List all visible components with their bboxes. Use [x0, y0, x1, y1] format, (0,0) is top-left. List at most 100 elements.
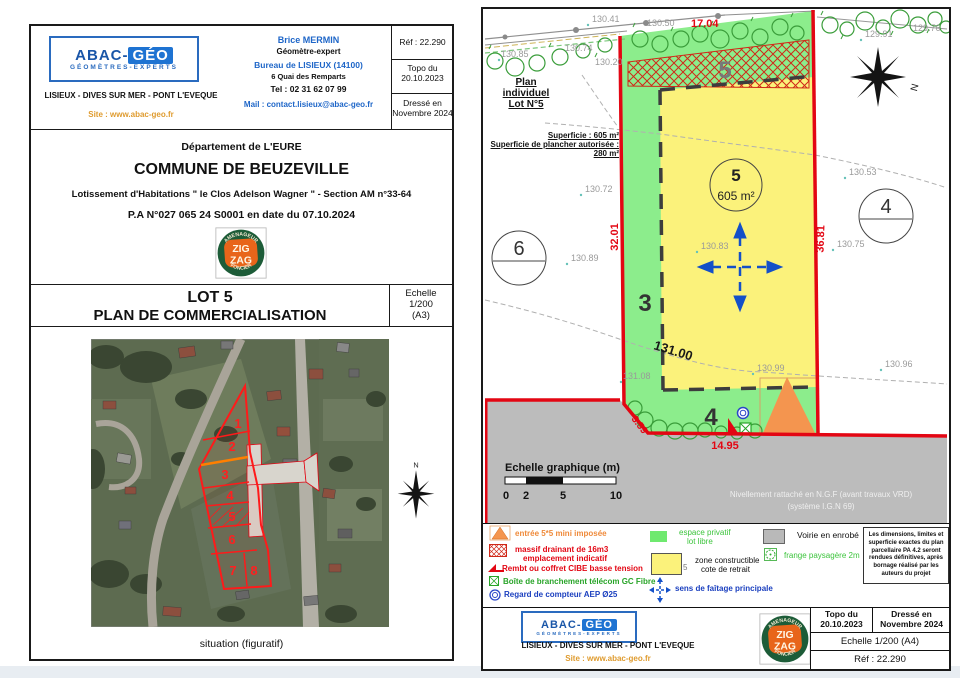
tb-ref: Réf : 22.290	[811, 651, 949, 668]
strip-lot-number: 3	[638, 290, 651, 317]
echelle-scale: 1/200	[390, 299, 452, 310]
logo-text: ABAC-	[75, 47, 128, 64]
legend-espace-1: espace privatif	[679, 528, 731, 537]
legend-faitage: sens de faîtage principale	[675, 584, 773, 593]
company-cities: LISIEUX - DIVES SUR MER - PONT L'EVEQUE	[31, 91, 231, 100]
contact-address: 6 Quai des Remparts	[231, 72, 386, 81]
contact-name: Brice MERMIN	[231, 35, 386, 45]
zone-icon	[651, 553, 682, 575]
contact-role: Géomètre-expert	[231, 47, 386, 56]
elev: 130.72	[585, 184, 613, 194]
elev: 130.83	[701, 241, 729, 251]
echelle-format: (A3)	[390, 310, 452, 321]
legend-massif-2: emplacement indicatif	[523, 554, 607, 563]
echelle-cell: Echelle 1/200 (A3)	[389, 285, 452, 326]
photo-lot-8: 8	[250, 563, 257, 578]
tb-cities: LISIEUX - DIVES SUR MER - PONT L'EVEQUE	[483, 641, 733, 650]
logo-text: ABAC-	[541, 619, 581, 631]
contact-office: Bureau de LISIEUX (14100)	[231, 60, 386, 70]
dresse-label: Dressé en	[392, 98, 453, 108]
elev: 131.08	[623, 371, 651, 381]
legend-espace-2: lot libre	[687, 537, 713, 546]
dim-left: 32.01	[609, 223, 621, 251]
left-body: Département de L'EURE COMMUNE DE BEUZEVI…	[31, 129, 452, 284]
scalebar-10: 10	[610, 490, 622, 502]
plan-title: PLAN DE COMMERCIALISATION	[31, 307, 389, 324]
photo-lot-2: 2	[228, 439, 235, 454]
legend-entree: entrée 5*5 mini imposée	[515, 529, 607, 538]
dim-right: 36.81	[815, 225, 828, 253]
hatch-lot-number: 5	[718, 57, 731, 84]
tb-topo-label: Topo du	[811, 609, 872, 619]
voirie-icon	[763, 529, 785, 544]
lotissement: Lotissement d'Habitations " le Clos Adel…	[31, 189, 452, 200]
aerial-photo: 1 2 3 4 5 6 7 8	[91, 339, 389, 627]
logo-subtitle: GÉOMÈTRES-EXPERTS	[536, 631, 621, 636]
elev: 130.89	[571, 253, 599, 263]
zone-icon-number: 5	[683, 563, 687, 572]
elev: 129.76	[913, 23, 941, 33]
lot-title: LOT 5	[31, 289, 389, 307]
plan-area: 5	[483, 9, 949, 523]
frange-icon	[764, 548, 777, 561]
logo-geo-badge: GÉO	[582, 619, 617, 631]
right-page: 5	[481, 7, 951, 671]
tb-echelle: Echelle 1/200 (A4)	[811, 633, 949, 651]
neighbor-6: 6	[513, 238, 524, 260]
elev: 130.96	[885, 359, 913, 369]
zigzag-logo: ZIG ZAG AMENAGEUR FONCIER	[215, 227, 267, 279]
plancher-value: Superficie de plancher autorisée : 280 m…	[483, 140, 619, 158]
photo-lot-6: 6	[228, 532, 235, 547]
pa-number: P.A N°027 065 24 S0001 en date du 07.10.…	[31, 209, 452, 221]
nivellement-line2: (système I.G.N 69)	[787, 502, 854, 511]
topo-date: 20.10.2023	[392, 73, 453, 83]
bottom-lot-number: 4	[704, 404, 718, 431]
plan-compass: N	[850, 47, 920, 107]
left-title-band: LOT 5 PLAN DE COMMERCIALISATION Echelle …	[31, 284, 452, 327]
superficie-note: Superficie : 605 m² Superficie de planch…	[483, 131, 619, 158]
scalebar-2: 2	[523, 490, 529, 502]
regard-icon	[489, 589, 501, 601]
faitage-icon	[649, 577, 671, 603]
plan-note-line1: Plan individuel	[491, 77, 561, 99]
tb-topo-cell: Topo du 20.10.2023	[811, 608, 873, 633]
abac-geo-logo: ABAC- GÉO GÉOMÈTRES-EXPERTS	[49, 36, 199, 82]
dim-bottom: 14.95	[711, 440, 739, 452]
legend-voirie: Voirie en enrobé	[797, 530, 859, 540]
zigzag-logo-small: ZIG ZAG AMENAGEUR FONCIER	[759, 612, 811, 666]
tb-site: Site : www.abac-geo.fr	[483, 654, 733, 663]
legend-regard: Regard de compteur AEP Ø25	[504, 590, 617, 599]
photo-lot-7: 7	[229, 563, 236, 578]
legend-telecom: Boîte de branchement télécom GC Fibre	[503, 577, 655, 586]
elev: 130.20	[595, 57, 623, 67]
neighbor-4: 4	[880, 196, 891, 218]
nivellement-line1: Nivellement rattaché en N.G.F (avant tra…	[730, 490, 913, 499]
tb-table: Topo du 20.10.2023 Dressé en Novembre 20…	[810, 608, 949, 669]
compass-rose: N	[394, 454, 438, 532]
lot5-number: 5	[731, 166, 740, 185]
company-site: Site : www.abac-geo.fr	[31, 110, 231, 119]
left-page: ABAC- GÉO GÉOMÈTRES-EXPERTS LISIEUX - DI…	[29, 24, 454, 661]
espace-icon	[650, 531, 667, 542]
entree-icon	[489, 525, 511, 541]
commune: COMMUNE DE BEUZEVILLE	[31, 161, 452, 179]
departement: Département de L'EURE	[31, 141, 452, 153]
right-titleblock: ABAC- GÉO GÉOMÈTRES-EXPERTS LISIEUX - DI…	[483, 607, 949, 669]
telecom-icon	[489, 576, 499, 586]
zigzag-zig: ZIG	[232, 244, 249, 255]
legend-rembt: Rembt ou coffret CIBE basse tension	[502, 564, 643, 573]
ref-cell: Réf : 22.290	[392, 26, 453, 60]
elev: 130.85	[501, 49, 529, 59]
dresse-cell: Dressé en Novembre 2024	[392, 94, 453, 129]
legend-zone-2: cote de retrait	[701, 565, 750, 574]
tb-dresse-label: Dressé en	[873, 609, 950, 619]
scalebar-0: 0	[503, 490, 509, 502]
legend-frange: frange paysagère 2m	[784, 551, 860, 560]
topo-label: Topo du	[392, 63, 453, 73]
legend-massif-1: massif drainant de 16m3	[515, 545, 608, 554]
elev: 130.75	[837, 239, 865, 249]
left-header: ABAC- GÉO GÉOMÈTRES-EXPERTS LISIEUX - DI…	[31, 26, 452, 130]
superficie-value: Superficie : 605 m²	[483, 131, 619, 140]
logo-subtitle: GÉOMÈTRES-EXPERTS	[70, 64, 178, 71]
plan-note: Plan individuel Lot N°5	[491, 77, 561, 110]
